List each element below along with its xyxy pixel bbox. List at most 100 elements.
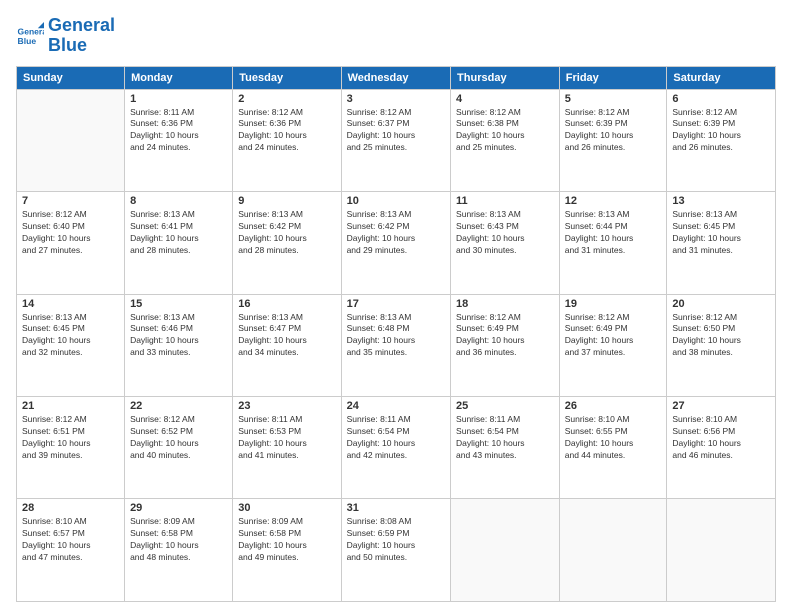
day-info: Sunrise: 8:13 AM Sunset: 6:44 PM Dayligh… xyxy=(565,209,662,257)
header-day: Sunday xyxy=(17,66,125,89)
day-info: Sunrise: 8:09 AM Sunset: 6:58 PM Dayligh… xyxy=(130,516,227,564)
calendar-cell: 11 Sunrise: 8:13 AM Sunset: 6:43 PM Dayli… xyxy=(451,192,560,294)
calendar-cell: 13 Sunrise: 8:13 AM Sunset: 6:45 PM Dayli… xyxy=(667,192,776,294)
day-info: Sunrise: 8:13 AM Sunset: 6:45 PM Dayligh… xyxy=(672,209,770,257)
day-info: Sunrise: 8:12 AM Sunset: 6:39 PM Dayligh… xyxy=(565,107,662,155)
week-row: 1 Sunrise: 8:11 AM Sunset: 6:36 PM Daylig… xyxy=(17,89,776,191)
logo-icon: General Blue xyxy=(16,22,44,50)
calendar-cell: 24Sunrise: 8:11 AM Sunset: 6:54 PM Dayli… xyxy=(341,397,450,499)
day-info: Sunrise: 8:12 AM Sunset: 6:49 PM Dayligh… xyxy=(565,312,662,360)
week-row: 14 Sunrise: 8:13 AM Sunset: 6:45 PM Dayli… xyxy=(17,294,776,396)
calendar-cell: 2 Sunrise: 8:12 AM Sunset: 6:36 PM Daylig… xyxy=(233,89,341,191)
day-info: Sunrise: 8:13 AM Sunset: 6:47 PM Dayligh… xyxy=(238,312,335,360)
day-number: 12 xyxy=(565,195,662,207)
day-number: 19 xyxy=(565,298,662,310)
week-row: 21 Sunrise: 8:12 AM Sunset: 6:51 PM Dayli… xyxy=(17,397,776,499)
calendar-cell: 18 Sunrise: 8:12 AM Sunset: 6:49 PM Dayli… xyxy=(451,294,560,396)
calendar-cell: 1 Sunrise: 8:11 AM Sunset: 6:36 PM Daylig… xyxy=(125,89,233,191)
day-info: Sunrise: 8:13 AM Sunset: 6:48 PM Dayligh… xyxy=(347,312,445,360)
calendar-cell: 29 Sunrise: 8:09 AM Sunset: 6:58 PM Dayli… xyxy=(125,499,233,602)
day-number: 21 xyxy=(22,400,119,412)
calendar-cell: 5Sunrise: 8:12 AM Sunset: 6:39 PM Daylig… xyxy=(559,89,667,191)
day-info: Sunrise: 8:10 AM Sunset: 6:55 PM Dayligh… xyxy=(565,414,662,462)
day-info: Sunrise: 8:13 AM Sunset: 6:45 PM Dayligh… xyxy=(22,312,119,360)
calendar-cell: 7 Sunrise: 8:12 AM Sunset: 6:40 PM Daylig… xyxy=(17,192,125,294)
svg-text:Blue: Blue xyxy=(18,36,37,46)
day-number: 14 xyxy=(22,298,119,310)
day-info: Sunrise: 8:13 AM Sunset: 6:41 PM Dayligh… xyxy=(130,209,227,257)
day-info: Sunrise: 8:12 AM Sunset: 6:39 PM Dayligh… xyxy=(672,107,770,155)
day-info: Sunrise: 8:12 AM Sunset: 6:38 PM Dayligh… xyxy=(456,107,554,155)
day-number: 27 xyxy=(672,400,770,412)
day-number: 15 xyxy=(130,298,227,310)
day-number: 7 xyxy=(22,195,119,207)
day-info: Sunrise: 8:10 AM Sunset: 6:56 PM Dayligh… xyxy=(672,414,770,462)
header-day: Tuesday xyxy=(233,66,341,89)
day-number: 23 xyxy=(238,400,335,412)
header-day: Saturday xyxy=(667,66,776,89)
calendar-cell: 8 Sunrise: 8:13 AM Sunset: 6:41 PM Daylig… xyxy=(125,192,233,294)
day-number: 11 xyxy=(456,195,554,207)
calendar-cell xyxy=(17,89,125,191)
calendar-cell: 22 Sunrise: 8:12 AM Sunset: 6:52 PM Dayli… xyxy=(125,397,233,499)
calendar-cell: 10 Sunrise: 8:13 AM Sunset: 6:42 PM Dayli… xyxy=(341,192,450,294)
calendar-cell: 17 Sunrise: 8:13 AM Sunset: 6:48 PM Dayli… xyxy=(341,294,450,396)
header-day: Thursday xyxy=(451,66,560,89)
week-row: 7 Sunrise: 8:12 AM Sunset: 6:40 PM Daylig… xyxy=(17,192,776,294)
logo-text: GeneralBlue xyxy=(48,16,115,56)
day-number: 29 xyxy=(130,502,227,514)
calendar-cell: 19 Sunrise: 8:12 AM Sunset: 6:49 PM Dayli… xyxy=(559,294,667,396)
calendar-cell: 6Sunrise: 8:12 AM Sunset: 6:39 PM Daylig… xyxy=(667,89,776,191)
day-info: Sunrise: 8:13 AM Sunset: 6:42 PM Dayligh… xyxy=(238,209,335,257)
day-number: 28 xyxy=(22,502,119,514)
calendar-cell: 14 Sunrise: 8:13 AM Sunset: 6:45 PM Dayli… xyxy=(17,294,125,396)
header-day: Friday xyxy=(559,66,667,89)
day-info: Sunrise: 8:11 AM Sunset: 6:36 PM Dayligh… xyxy=(130,107,227,155)
calendar-table: SundayMondayTuesdayWednesdayThursdayFrid… xyxy=(16,66,776,602)
calendar-cell: 15Sunrise: 8:13 AM Sunset: 6:46 PM Dayli… xyxy=(125,294,233,396)
day-info: Sunrise: 8:12 AM Sunset: 6:52 PM Dayligh… xyxy=(130,414,227,462)
day-info: Sunrise: 8:12 AM Sunset: 6:40 PM Dayligh… xyxy=(22,209,119,257)
calendar-cell: 20 Sunrise: 8:12 AM Sunset: 6:50 PM Dayli… xyxy=(667,294,776,396)
day-info: Sunrise: 8:10 AM Sunset: 6:57 PM Dayligh… xyxy=(22,516,119,564)
calendar-cell: 25 Sunrise: 8:11 AM Sunset: 6:54 PM Dayli… xyxy=(451,397,560,499)
calendar-cell: 23 Sunrise: 8:11 AM Sunset: 6:53 PM Dayli… xyxy=(233,397,341,499)
day-info: Sunrise: 8:12 AM Sunset: 6:51 PM Dayligh… xyxy=(22,414,119,462)
day-number: 2 xyxy=(238,93,335,105)
day-number: 10 xyxy=(347,195,445,207)
day-info: Sunrise: 8:12 AM Sunset: 6:36 PM Dayligh… xyxy=(238,107,335,155)
calendar-cell: 12 Sunrise: 8:13 AM Sunset: 6:44 PM Dayli… xyxy=(559,192,667,294)
day-number: 16 xyxy=(238,298,335,310)
calendar-cell xyxy=(559,499,667,602)
day-number: 8 xyxy=(130,195,227,207)
page: General Blue GeneralBlue SundayMondayTue… xyxy=(0,0,792,612)
calendar-cell: 27 Sunrise: 8:10 AM Sunset: 6:56 PM Dayli… xyxy=(667,397,776,499)
day-number: 30 xyxy=(238,502,335,514)
header-day: Monday xyxy=(125,66,233,89)
calendar-cell: 28 Sunrise: 8:10 AM Sunset: 6:57 PM Dayli… xyxy=(17,499,125,602)
day-number: 22 xyxy=(130,400,227,412)
day-number: 13 xyxy=(672,195,770,207)
day-info: Sunrise: 8:13 AM Sunset: 6:43 PM Dayligh… xyxy=(456,209,554,257)
calendar-cell: 3Sunrise: 8:12 AM Sunset: 6:37 PM Daylig… xyxy=(341,89,450,191)
calendar-cell xyxy=(667,499,776,602)
calendar-cell: 21 Sunrise: 8:12 AM Sunset: 6:51 PM Dayli… xyxy=(17,397,125,499)
day-info: Sunrise: 8:09 AM Sunset: 6:58 PM Dayligh… xyxy=(238,516,335,564)
day-info: Sunrise: 8:12 AM Sunset: 6:49 PM Dayligh… xyxy=(456,312,554,360)
day-number: 20 xyxy=(672,298,770,310)
calendar-cell: 16 Sunrise: 8:13 AM Sunset: 6:47 PM Dayli… xyxy=(233,294,341,396)
day-info: Sunrise: 8:08 AM Sunset: 6:59 PM Dayligh… xyxy=(347,516,445,564)
logo: General Blue GeneralBlue xyxy=(16,16,115,56)
day-info: Sunrise: 8:11 AM Sunset: 6:54 PM Dayligh… xyxy=(456,414,554,462)
day-info: Sunrise: 8:11 AM Sunset: 6:53 PM Dayligh… xyxy=(238,414,335,462)
day-info: Sunrise: 8:13 AM Sunset: 6:42 PM Dayligh… xyxy=(347,209,445,257)
day-number: 25 xyxy=(456,400,554,412)
day-number: 18 xyxy=(456,298,554,310)
week-row: 28 Sunrise: 8:10 AM Sunset: 6:57 PM Dayli… xyxy=(17,499,776,602)
calendar-cell: 30 Sunrise: 8:09 AM Sunset: 6:58 PM Dayli… xyxy=(233,499,341,602)
header-day: Wednesday xyxy=(341,66,450,89)
day-info: Sunrise: 8:12 AM Sunset: 6:50 PM Dayligh… xyxy=(672,312,770,360)
day-number: 1 xyxy=(130,93,227,105)
header: General Blue GeneralBlue xyxy=(16,16,776,56)
day-number: 17 xyxy=(347,298,445,310)
